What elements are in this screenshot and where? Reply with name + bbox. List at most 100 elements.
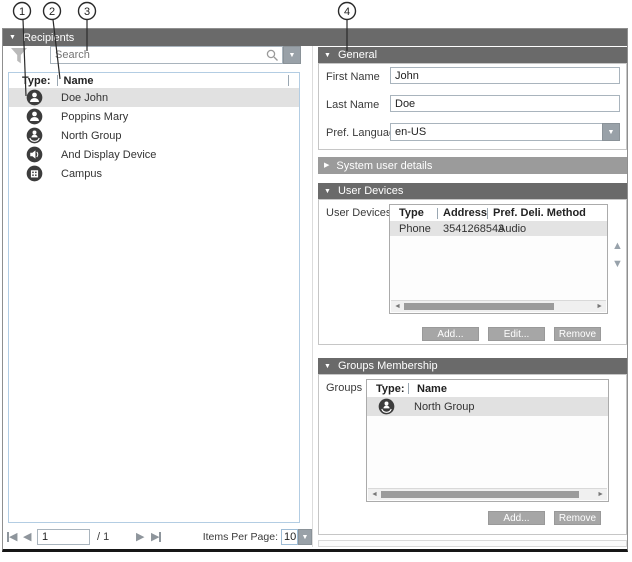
callout-circle-3 (79, 3, 96, 20)
list-item-campus[interactable]: Campus (9, 164, 299, 183)
user-icon (26, 89, 43, 106)
last-name-label: Last Name (326, 99, 379, 111)
search-input[interactable] (50, 46, 283, 64)
column-header-address[interactable]: Address (443, 207, 487, 219)
column-header-name[interactable]: Name (64, 75, 94, 87)
remove-group-button[interactable]: Remove (554, 511, 601, 525)
column-header-type[interactable]: Type (399, 207, 437, 219)
callout-number: 4 (344, 6, 350, 18)
callout-number: 2 (49, 6, 55, 18)
move-down-button[interactable]: ▼ (612, 259, 623, 270)
previous-page-icon: ◀ (23, 531, 31, 543)
last-page-button[interactable]: ▶ (151, 531, 161, 543)
list-item-label: Campus (61, 168, 102, 180)
list-item-label: Poppins Mary (61, 111, 128, 123)
building-icon (26, 165, 43, 182)
recipients-screen: 1 2 3 4 ▼ Recipients ▼ Type: Name Doe Jo… (0, 0, 632, 562)
pref-language-dropdown-button[interactable]: ▼ (602, 123, 620, 141)
page-count-label: / 1 (97, 531, 109, 543)
device-method: Audio (498, 223, 526, 235)
scroll-left-icon[interactable]: ◄ (394, 302, 401, 311)
search-options-dropdown-button[interactable]: ▼ (283, 46, 301, 64)
first-page-icon: ◀ (9, 531, 17, 543)
column-divider[interactable] (57, 75, 58, 86)
group-row-north-group[interactable]: North Group (367, 397, 608, 416)
chevron-down-icon: ▼ (302, 534, 309, 541)
collapse-icon: ▼ (324, 188, 331, 195)
list-item-label: And Display Device (61, 149, 156, 161)
recipients-header[interactable]: ▼ Recipients (3, 29, 627, 46)
add-device-button[interactable]: Add... (422, 327, 479, 341)
column-header-name[interactable]: Name (417, 383, 447, 395)
list-item-poppins-mary[interactable]: Poppins Mary (9, 107, 299, 126)
first-page-button[interactable]: ◀ (7, 531, 17, 543)
move-up-button[interactable]: ▲ (612, 241, 623, 252)
general-section-header[interactable]: ▼ General (318, 47, 627, 63)
system-user-details-header[interactable]: ▶ System user details (318, 157, 627, 174)
last-name-field[interactable] (390, 95, 620, 112)
user-icon (26, 108, 43, 125)
groups-table-header: Type: Name (367, 380, 608, 397)
column-divider[interactable] (288, 75, 289, 86)
chevron-down-icon: ▼ (289, 52, 296, 59)
scrollbar-thumb[interactable] (381, 491, 579, 498)
scroll-right-icon[interactable]: ► (596, 302, 603, 311)
collapse-icon: ▼ (9, 34, 16, 41)
search-icon (266, 49, 279, 62)
column-header-type[interactable]: Type: (22, 75, 51, 87)
group-name: North Group (414, 401, 475, 413)
first-name-field[interactable] (390, 67, 620, 84)
device-address: 3541268543 (443, 223, 492, 235)
items-per-page-value: 10 (281, 529, 298, 545)
window-title: Recipients (23, 32, 74, 44)
callout-number: 3 (84, 6, 90, 18)
next-page-button[interactable]: ▶ (136, 531, 144, 543)
edit-device-button[interactable]: Edit... (488, 327, 545, 341)
callout-number: 1 (19, 6, 25, 18)
down-arrow-icon: ▼ (612, 258, 623, 270)
groups-membership-section-title: Groups Membership (338, 360, 438, 372)
items-per-page-label: Items Per Page: (190, 531, 278, 543)
groups-membership-section-header[interactable]: ▼ Groups Membership (318, 358, 627, 374)
list-item-north-group[interactable]: North Group (9, 126, 299, 145)
recipients-list-header: Type: Name (9, 73, 299, 88)
list-item-label: Doe John (61, 92, 108, 104)
panel-splitter (312, 46, 313, 547)
device-row-phone[interactable]: Phone 3541268543 Audio (390, 221, 607, 236)
horizontal-scrollbar[interactable]: ◄ ► (368, 488, 607, 500)
horizontal-scrollbar[interactable]: ◄ ► (391, 300, 606, 312)
system-user-details-title: System user details (336, 160, 432, 172)
column-header-method[interactable]: Pref. Deli. Method (493, 207, 586, 219)
previous-page-button[interactable]: ◀ (23, 531, 31, 543)
group-icon (378, 398, 395, 415)
callout-circle-1 (14, 3, 31, 20)
callout-circle-4 (339, 3, 356, 20)
collapse-icon: ▼ (324, 52, 331, 59)
chevron-down-icon: ▼ (608, 129, 615, 136)
up-arrow-icon: ▲ (612, 240, 623, 252)
column-header-type[interactable]: Type: (376, 383, 408, 395)
groups-table: Type: Name North Group ◄ ► (366, 379, 609, 502)
user-devices-label: User Devices (326, 207, 391, 219)
pref-language-select[interactable]: en-US (390, 123, 603, 141)
list-item-doe-john[interactable]: Doe John (9, 88, 299, 107)
device-type: Phone (399, 223, 443, 235)
groups-label: Groups (326, 382, 362, 394)
scroll-left-icon[interactable]: ◄ (371, 490, 378, 499)
last-page-icon: ▶ (151, 531, 159, 543)
expand-icon: ▶ (324, 162, 329, 169)
user-devices-table: Type Address Pref. Deli. Method Phone 35… (389, 204, 608, 314)
scroll-right-icon[interactable]: ► (597, 490, 604, 499)
remove-device-button[interactable]: Remove (554, 327, 601, 341)
general-section-title: General (338, 49, 377, 61)
items-per-page-dropdown-button[interactable]: ▼ (298, 529, 312, 545)
collapse-icon: ▼ (324, 363, 331, 370)
add-group-button[interactable]: Add... (488, 511, 545, 525)
next-page-icon: ▶ (136, 531, 144, 543)
scrollbar-thumb[interactable] (404, 303, 554, 310)
user-devices-section-header[interactable]: ▼ User Devices (318, 183, 627, 199)
page-number-input[interactable] (37, 529, 90, 545)
filter-icon[interactable] (9, 46, 29, 66)
list-item-and-display-device[interactable]: And Display Device (9, 145, 299, 164)
user-devices-section-title: User Devices (338, 185, 403, 197)
